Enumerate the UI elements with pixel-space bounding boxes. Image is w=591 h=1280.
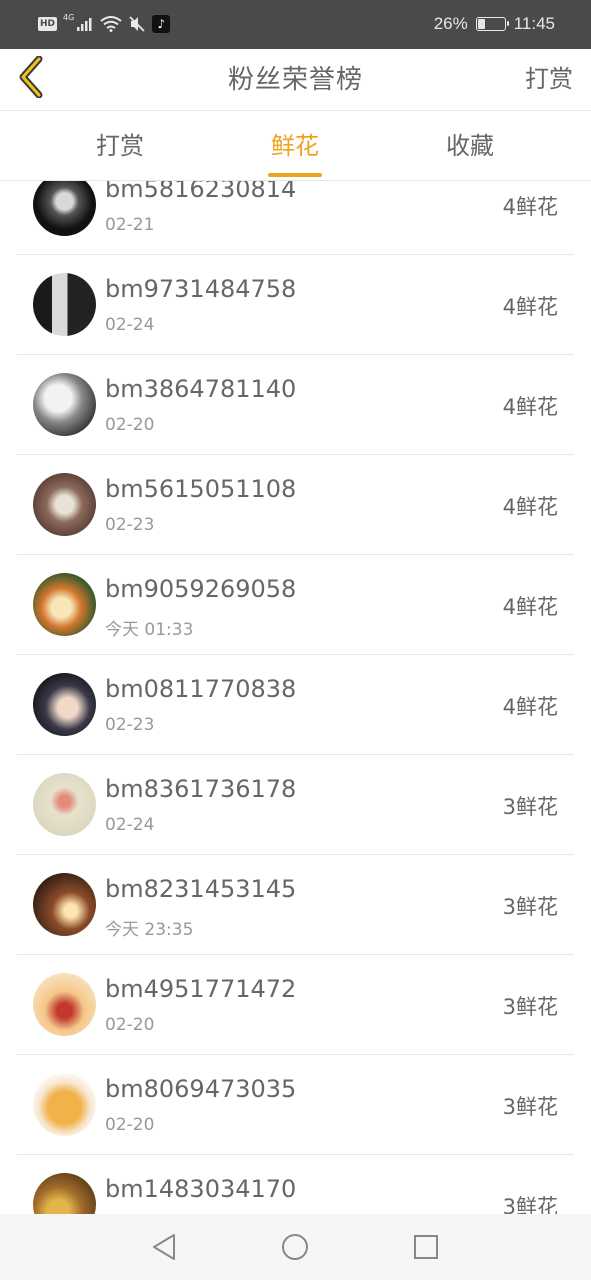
nav-recents-button[interactable] <box>409 1230 443 1264</box>
fan-date: 02-23 <box>105 715 155 735</box>
flower-count: 4鲜花 <box>502 195 558 219</box>
tab-favorites[interactable]: 收藏 <box>410 111 530 181</box>
battery-icon <box>475 17 509 31</box>
fan-row[interactable]: bm8069473035 02-20 3鲜花 <box>17 1055 574 1155</box>
square-recents-icon <box>414 1235 438 1259</box>
fan-row[interactable]: bm8361736178 02-24 3鲜花 <box>17 755 574 855</box>
avatar[interactable] <box>33 773 96 836</box>
nav-home-button[interactable] <box>278 1230 312 1264</box>
signal-icon <box>77 18 92 31</box>
page-title: 粉丝荣誉榜 <box>227 65 363 95</box>
hd-badge: HD <box>38 17 58 31</box>
network-type: 4G <box>63 13 75 22</box>
app-header: 粉丝荣誉榜 打赏 <box>0 49 591 111</box>
fan-row[interactable]: bm4951771472 02-20 3鲜花 <box>17 955 574 1055</box>
fan-username: bm1483034170 <box>105 1175 297 1203</box>
avatar[interactable] <box>33 373 96 436</box>
tab-label: 打赏 <box>96 132 144 160</box>
fan-row[interactable]: bm0811770838 02-23 4鲜花 <box>17 655 574 755</box>
flower-count: 4鲜花 <box>502 395 558 419</box>
tab-label: 鲜花 <box>271 132 319 160</box>
fan-date: 02-24 <box>105 315 155 335</box>
battery-percent: 26% <box>433 14 468 33</box>
tiktok-notification-icon: ♪ <box>152 15 171 33</box>
fan-date: 02-20 <box>105 1015 155 1035</box>
fan-row[interactable]: bm8231453145 今天 23:35 3鲜花 <box>17 855 574 955</box>
avatar[interactable] <box>33 973 96 1036</box>
system-nav-bar <box>0 1214 591 1280</box>
clock: 11:45 <box>513 14 555 33</box>
fan-username: bm9059269058 <box>105 575 297 603</box>
flower-count: 4鲜花 <box>502 595 558 619</box>
active-tab-indicator <box>268 173 322 177</box>
fan-username: bm5816230814 <box>105 181 297 203</box>
flower-count: 4鲜花 <box>502 695 558 719</box>
fan-username: bm4951771472 <box>105 975 297 1003</box>
tab-flowers[interactable]: 鲜花 <box>235 111 355 181</box>
avatar[interactable] <box>33 673 96 736</box>
flower-count: 4鲜花 <box>502 295 558 319</box>
status-icons-left: HD 4G ♪ <box>38 13 171 34</box>
fan-row[interactable]: bm9731484758 02-24 4鲜花 <box>17 255 574 355</box>
avatar[interactable] <box>33 1073 96 1136</box>
fan-date: 今天 23:35 <box>105 920 194 940</box>
fan-row[interactable]: bm5615051108 02-23 4鲜花 <box>17 455 574 555</box>
fan-username: bm8231453145 <box>105 875 297 903</box>
tip-button[interactable]: 打赏 <box>525 59 573 94</box>
battery-level <box>477 19 485 29</box>
status-icons-right: 26% 11:45 <box>434 12 555 36</box>
flower-count: 3鲜花 <box>502 995 558 1019</box>
status-bar: HD 4G ♪ 26% 11:45 <box>0 0 591 49</box>
avatar[interactable] <box>33 1173 96 1214</box>
fan-username: bm8069473035 <box>105 1075 297 1103</box>
fan-date: 今天 01:33 <box>105 620 194 640</box>
tab-label: 收藏 <box>446 132 494 160</box>
circle-home-icon <box>282 1234 308 1260</box>
fan-row[interactable]: bm1483034170 3鲜花 <box>17 1155 574 1214</box>
nav-back-button[interactable] <box>147 1230 181 1264</box>
avatar[interactable] <box>33 273 96 336</box>
fan-row[interactable]: bm3864781140 02-20 4鲜花 <box>17 355 574 455</box>
flower-count: 3鲜花 <box>502 895 558 919</box>
flower-count: 3鲜花 <box>502 795 558 819</box>
fan-username: bm3864781140 <box>105 375 297 403</box>
wifi-icon <box>100 16 122 32</box>
mute-icon <box>129 16 145 32</box>
tab-bar: 打赏 鲜花 收藏 <box>0 111 591 181</box>
fan-row[interactable]: bm5816230814 02-21 4鲜花 <box>17 181 574 255</box>
flower-count: 4鲜花 <box>502 495 558 519</box>
fan-date: 02-20 <box>105 1115 155 1135</box>
fan-date: 02-23 <box>105 515 155 535</box>
fan-row[interactable]: bm9059269058 今天 01:33 4鲜花 <box>17 555 574 655</box>
flower-count: 3鲜花 <box>502 1195 558 1214</box>
fan-username: bm9731484758 <box>105 275 297 303</box>
fan-date: 02-20 <box>105 415 155 435</box>
avatar[interactable] <box>33 573 96 636</box>
avatar[interactable] <box>33 181 96 236</box>
avatar[interactable] <box>33 473 96 536</box>
fan-date: 02-24 <box>105 815 155 835</box>
fan-list[interactable]: bm5816230814 02-21 4鲜花 bm9731484758 02-24 4鲜花… <box>0 181 591 1214</box>
fan-date: 02-21 <box>105 215 155 235</box>
fan-username: bm0811770838 <box>105 675 297 703</box>
triangle-back-icon <box>153 1234 175 1260</box>
fan-username: bm8361736178 <box>105 775 297 803</box>
fan-username: bm5615051108 <box>105 475 297 503</box>
tab-tips[interactable]: 打赏 <box>60 111 180 181</box>
flower-count: 3鲜花 <box>502 1095 558 1119</box>
avatar[interactable] <box>33 873 96 936</box>
